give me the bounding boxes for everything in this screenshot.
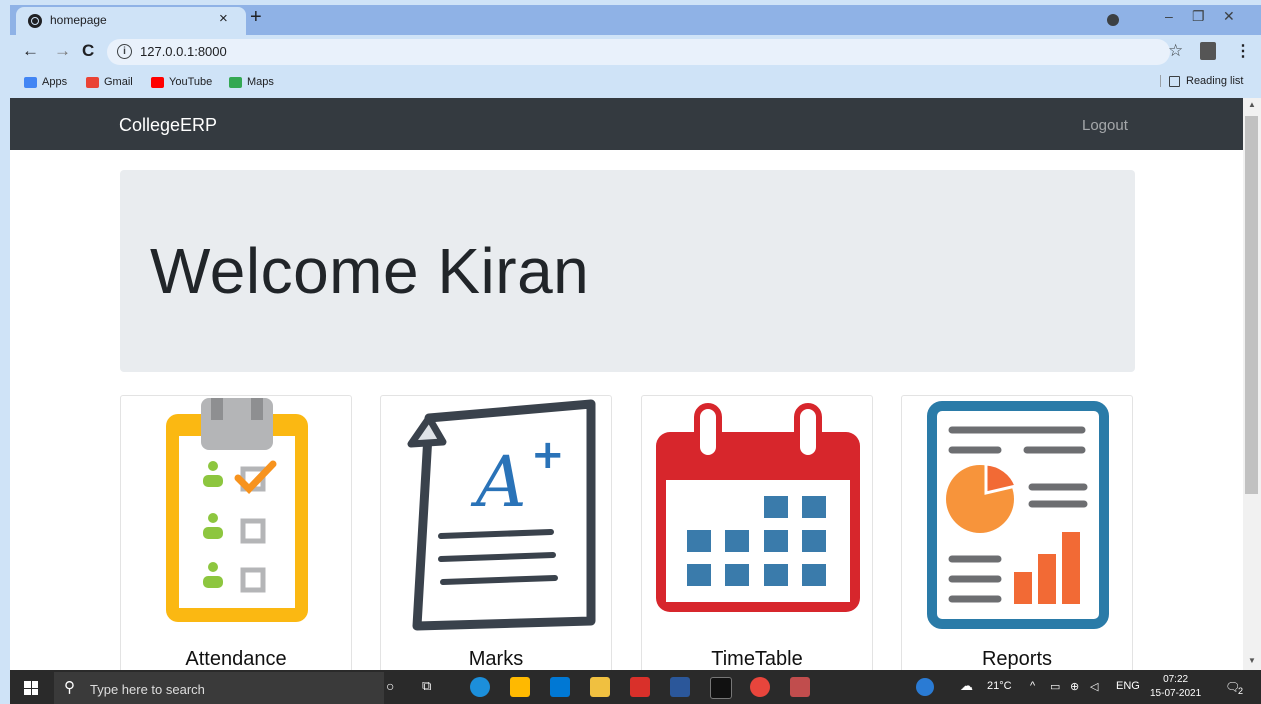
scrollbar-thumb[interactable]: [1245, 116, 1258, 494]
mail-icon[interactable]: [550, 677, 570, 697]
edge-icon[interactable]: [470, 677, 490, 697]
gmail-icon: [86, 76, 99, 88]
page-scrollbar[interactable]: ▲ ▼: [1243, 98, 1261, 670]
app-icon[interactable]: [790, 677, 810, 697]
marks-grade-paper-icon: A +: [407, 399, 596, 631]
reading-list-button[interactable]: Reading list: [1160, 75, 1243, 87]
taskbar-clock[interactable]: 07:22 15-07-2021: [1150, 673, 1201, 701]
forward-arrow-icon[interactable]: →: [54, 41, 71, 61]
card-title: Reports: [981, 648, 1053, 670]
reload-icon[interactable]: C: [82, 41, 94, 61]
card-title: Attendance: [185, 648, 287, 670]
navbar: CollegeERP Logout: [10, 98, 1243, 150]
bookmark-youtube[interactable]: YouTube: [151, 76, 212, 88]
clock-time: 07:22: [1163, 674, 1189, 685]
attendance-card[interactable]: Attendance: [120, 395, 352, 670]
apps-grid-icon: [24, 76, 37, 88]
bookmark-maps[interactable]: Maps: [229, 76, 274, 88]
logout-link[interactable]: Logout: [1082, 117, 1128, 134]
tab-strip: homepage × + – ❐ ✕: [10, 5, 1261, 35]
menu-kebab-icon[interactable]: ⋮: [1235, 41, 1251, 61]
bookmark-star-icon[interactable]: ☆: [1168, 41, 1183, 61]
bookmarks-bar: Apps Gmail YouTube Maps Reading list: [10, 69, 1261, 98]
task-view-icon[interactable]: ⧉: [422, 678, 431, 694]
scroll-up-arrow-icon[interactable]: ▲: [1248, 100, 1256, 109]
bookmark-label: YouTube: [169, 76, 213, 88]
info-icon[interactable]: i: [117, 44, 132, 59]
windows-start-icon[interactable]: [24, 681, 38, 695]
store-icon[interactable]: [510, 677, 530, 697]
chrome-icon[interactable]: [750, 677, 770, 697]
chevron-up-icon[interactable]: ^: [1030, 680, 1035, 692]
taskbar-search-box[interactable]: ⚲ Type here to search: [54, 672, 384, 704]
reading-list-icon: [1169, 75, 1180, 87]
volume-icon[interactable]: ◁: [1090, 680, 1098, 693]
acrobat-icon[interactable]: [630, 677, 650, 697]
calendar-icon: [656, 403, 860, 612]
close-window-icon[interactable]: ✕: [1223, 8, 1235, 25]
weather-temp[interactable]: 21°C: [987, 680, 1012, 692]
svg-text:A: A: [470, 441, 527, 523]
bookmark-label: Maps: [247, 76, 274, 88]
clock-date: 15-07-2021: [1150, 688, 1202, 699]
welcome-heading: Welcome Kiran: [150, 235, 590, 307]
minimize-icon[interactable]: –: [1165, 8, 1173, 24]
search-icon: ⚲: [64, 679, 75, 696]
url-text: 127.0.0.1:8000: [140, 44, 227, 59]
windows-taskbar: ⚲ Type here to search ○ ⧉ ☁ 21°C ^ ▭ ⊕ ◁…: [10, 670, 1261, 704]
svg-text:+: +: [531, 432, 565, 478]
maps-icon: [229, 76, 242, 88]
browser-tab[interactable]: homepage ×: [16, 7, 246, 35]
restore-icon[interactable]: ❐: [1192, 8, 1205, 25]
marks-card[interactable]: A + Marks: [380, 395, 612, 670]
cortana-icon[interactable]: ○: [386, 678, 394, 694]
notification-count: 2: [1238, 686, 1244, 696]
back-arrow-icon[interactable]: ←: [22, 41, 39, 61]
card-title: TimeTable: [711, 648, 803, 670]
scroll-down-arrow-icon[interactable]: ▼: [1248, 656, 1256, 665]
tab-close-button[interactable]: ×: [219, 10, 228, 27]
bookmark-label: Gmail: [104, 76, 133, 88]
report-chart-icon: [927, 401, 1109, 629]
terminal-icon[interactable]: [710, 677, 732, 699]
tab-title: homepage: [50, 13, 107, 27]
profile-icon[interactable]: [1107, 14, 1119, 26]
screen: homepage × + – ❐ ✕ ← → C i 127.0.0.1:800…: [0, 0, 1261, 704]
weather-icon[interactable]: ☁: [960, 678, 973, 694]
help-icon[interactable]: [916, 678, 934, 696]
meet-icon[interactable]: ▭: [1050, 680, 1060, 693]
bookmark-apps[interactable]: Apps: [24, 76, 67, 88]
timetable-card[interactable]: TimeTable: [641, 395, 873, 670]
reading-list-label: Reading list: [1186, 75, 1244, 87]
card-title: Marks: [468, 648, 524, 670]
address-bar[interactable]: i 127.0.0.1:8000: [107, 39, 1170, 65]
youtube-icon: [151, 76, 164, 88]
new-tab-button[interactable]: +: [250, 6, 262, 29]
file-explorer-icon[interactable]: [590, 677, 610, 697]
attendance-clipboard-icon: [166, 398, 308, 622]
search-placeholder: Type here to search: [90, 682, 205, 697]
brand-link[interactable]: CollegeERP: [119, 115, 217, 136]
reports-card[interactable]: Reports: [901, 395, 1133, 670]
page-viewport: CollegeERP Logout Welcome Kiran Attendan…: [10, 98, 1243, 670]
browser-toolbar: ← → C i 127.0.0.1:8000 ☆ ⋮: [10, 35, 1261, 69]
network-icon[interactable]: ⊕: [1070, 680, 1079, 693]
globe-icon: [28, 14, 42, 28]
bookmark-label: Apps: [42, 76, 68, 88]
language-indicator[interactable]: ENG: [1116, 680, 1140, 692]
word-icon[interactable]: [670, 677, 690, 697]
welcome-jumbotron: Welcome Kiran: [120, 170, 1135, 372]
extension-icon[interactable]: [1200, 42, 1216, 60]
bookmark-gmail[interactable]: Gmail: [86, 76, 133, 88]
